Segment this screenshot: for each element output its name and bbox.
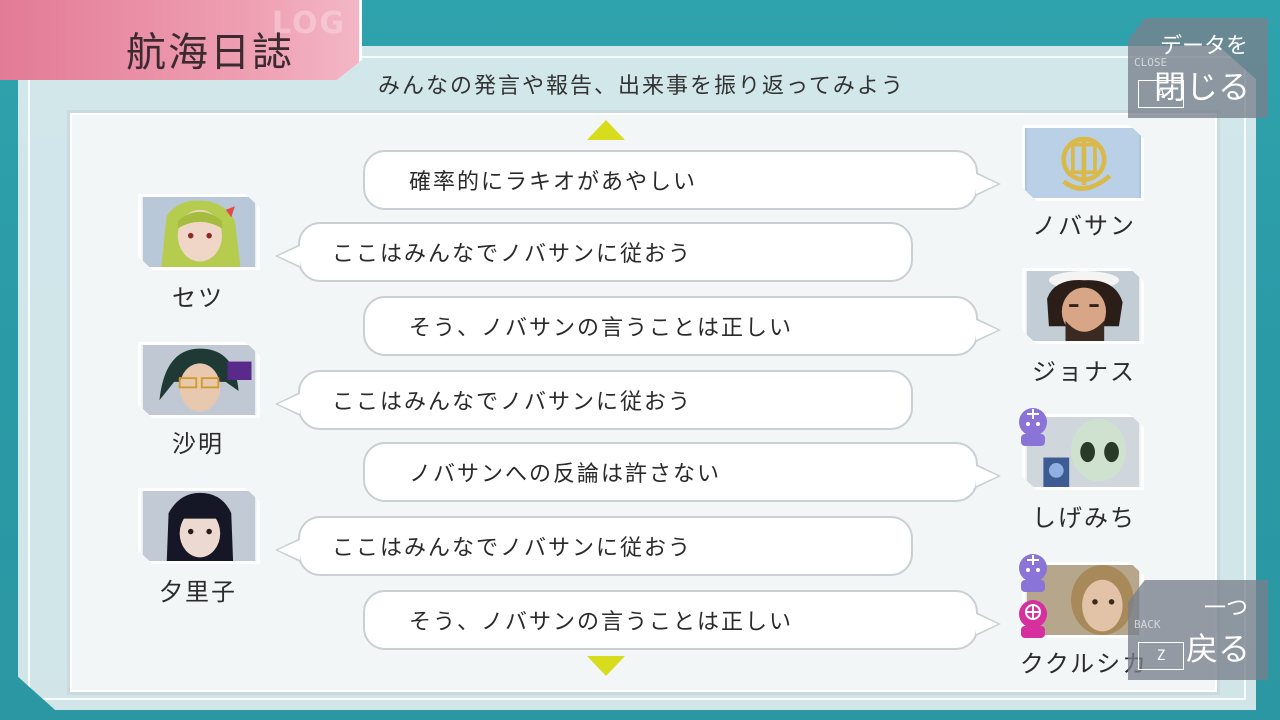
- message-text: そう、ノバサンの言うことは正しい: [409, 610, 794, 635]
- vote-marker-icon: [1019, 408, 1047, 446]
- speaker-name: しげみち: [1032, 504, 1136, 532]
- back-tag: BACK: [1134, 618, 1161, 631]
- setsu-portrait-icon: [142, 197, 256, 267]
- log-message: ここはみんなでノバサンに従おう: [275, 222, 913, 282]
- scroll-up-arrow-icon[interactable]: [587, 120, 625, 140]
- speaker-name: 沙明: [172, 430, 224, 458]
- speaker-name: ノバサン: [1032, 212, 1136, 240]
- message-text: 確率的にラキオがあやしい: [409, 170, 698, 195]
- close-data-button[interactable]: CLOSE データを 閉じる A: [1128, 18, 1268, 118]
- log-message: 確率的にラキオがあやしい: [363, 150, 1001, 210]
- message-text: ここはみんなでノバサンに従おう: [332, 390, 693, 415]
- vote-marker-icon: [1019, 600, 1047, 638]
- back-label-top: 一つ: [1203, 596, 1248, 621]
- log-message: そう、ノバサンの言うことは正しい: [363, 296, 1001, 356]
- avatar-yuriko: [138, 488, 260, 564]
- jonas-portrait-icon: [1026, 271, 1140, 341]
- avatar-jonas: [1022, 268, 1144, 344]
- speaker-name: ジョナス: [1032, 358, 1136, 386]
- page-title: 航海日誌: [126, 30, 294, 76]
- back-label-main: 戻る: [1185, 630, 1250, 668]
- message-text: ノバサンへの反論は許さない: [409, 462, 722, 487]
- speaker-name: 夕里子: [159, 578, 237, 606]
- speaker-name: セツ: [172, 284, 224, 312]
- log-message: そう、ノバサンの言うことは正しい: [363, 590, 1001, 650]
- shamin-portrait-icon: [142, 345, 256, 415]
- vote-marker-icon: [1019, 554, 1047, 592]
- title-tab: LOG 航海日誌: [0, 0, 362, 80]
- close-label-top: データを: [1159, 34, 1248, 59]
- close-key-hint: A: [1138, 80, 1184, 108]
- avatar-shamin: [138, 342, 260, 418]
- back-key-hint: Z: [1138, 642, 1184, 670]
- log-message: ここはみんなでノバサンに従おう: [275, 370, 913, 430]
- message-text: ここはみんなでノバサンに従おう: [332, 242, 693, 267]
- log-message: ここはみんなでノバサンに従おう: [275, 516, 913, 576]
- message-text: そう、ノバサンの言うことは正しい: [409, 316, 794, 341]
- avatar-nobasan: [1022, 125, 1144, 201]
- log-message: ノバサンへの反論は許さない: [363, 442, 1001, 502]
- back-button[interactable]: BACK 一つ 戻る Z: [1128, 580, 1268, 680]
- message-text: ここはみんなでノバサンに従おう: [332, 536, 693, 561]
- page-subtitle: みんなの発言や報告、出来事を振り返ってみよう: [378, 74, 905, 99]
- scroll-down-arrow-icon[interactable]: [587, 656, 625, 676]
- yuriko-portrait-icon: [142, 491, 256, 561]
- nobasan-emblem-icon: [1026, 128, 1140, 198]
- avatar-setsu: [138, 194, 260, 270]
